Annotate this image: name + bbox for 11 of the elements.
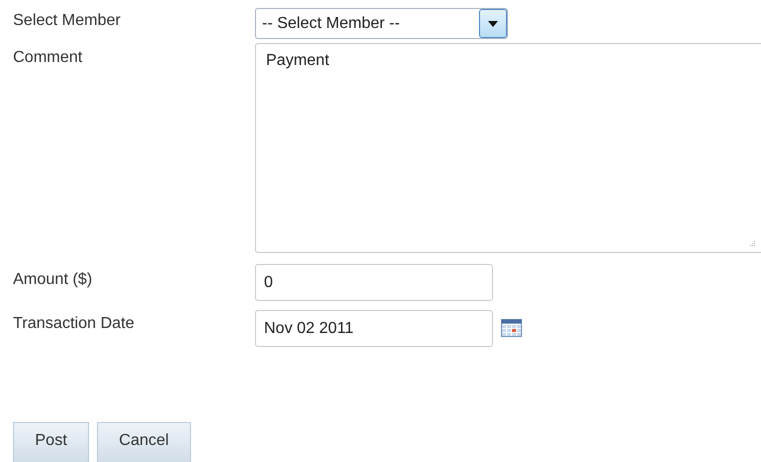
member-select[interactable]: -- Select Member -- bbox=[255, 8, 508, 39]
field-label: Select Member bbox=[13, 11, 122, 30]
amount-field[interactable]: 0 bbox=[255, 264, 493, 301]
post-button[interactable]: Post bbox=[13, 422, 90, 462]
field-label: Comment bbox=[13, 48, 84, 67]
comment-textarea[interactable]: Payment bbox=[255, 43, 761, 253]
field-label: Amount ($) bbox=[13, 270, 94, 289]
date-field[interactable]: Nov 02 2011 bbox=[255, 310, 493, 347]
field-label: Transaction Date bbox=[13, 314, 136, 333]
calendar-icon[interactable] bbox=[501, 319, 522, 337]
cancel-button[interactable]: Cancel bbox=[97, 422, 191, 462]
